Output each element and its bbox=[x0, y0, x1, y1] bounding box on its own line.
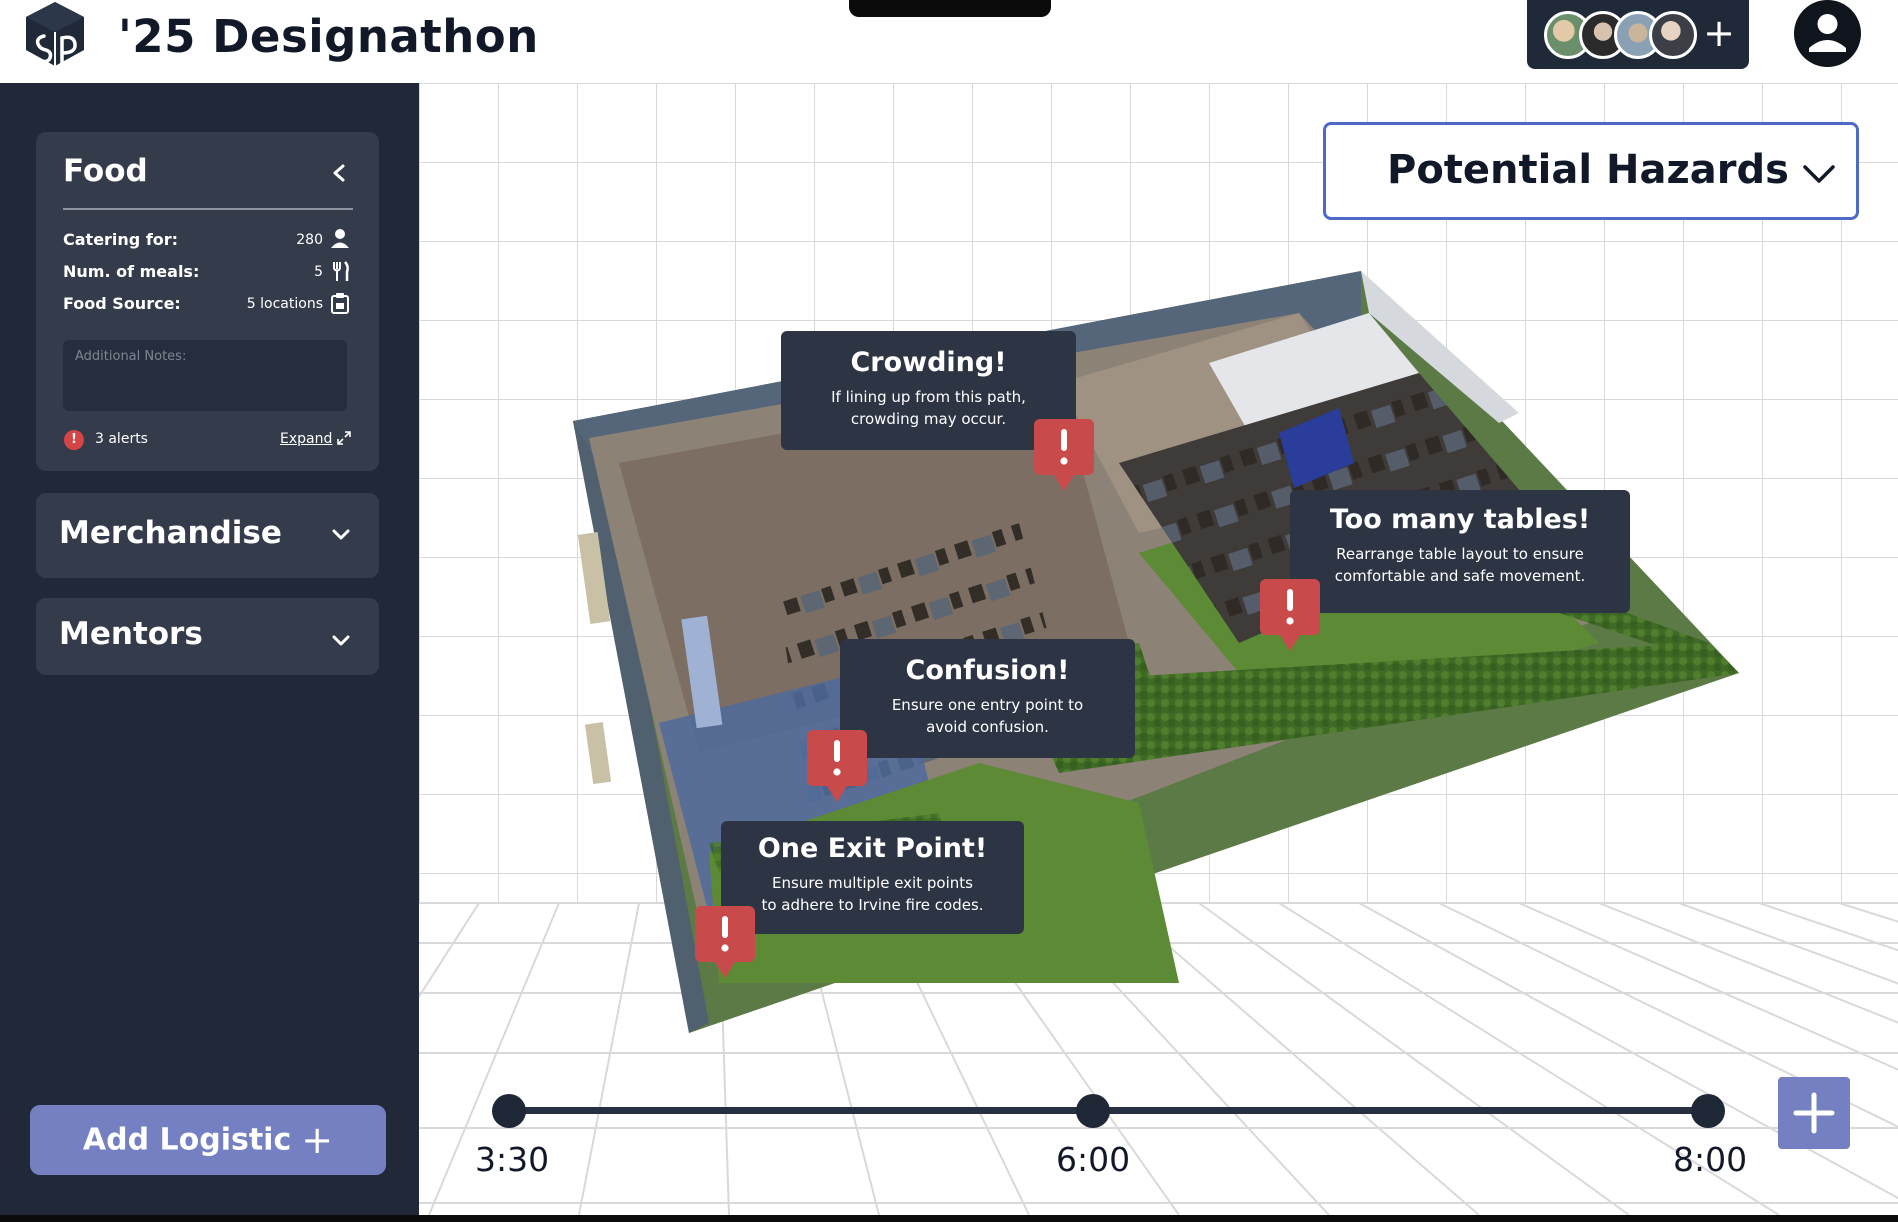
hazard-tooltip-tables: Too many tables! Rearrange table layout … bbox=[1290, 490, 1630, 613]
stat-label: Num. of meals: bbox=[63, 262, 200, 281]
potential-hazards-dropdown[interactable]: Potential Hazards bbox=[1323, 122, 1859, 220]
stat-label: Food Source: bbox=[63, 294, 181, 313]
catering-stat: Catering for: 280 bbox=[63, 228, 353, 254]
add-logistic-button[interactable]: Add Logistic + bbox=[30, 1105, 386, 1175]
expand-arrows-icon[interactable] bbox=[336, 430, 352, 446]
dropdown-selected-value: Potential Hazards bbox=[1387, 147, 1789, 193]
mentors-title: Mentors bbox=[59, 616, 203, 652]
stat-value: 5 bbox=[314, 264, 323, 280]
plus-icon bbox=[1793, 1092, 1835, 1134]
hazard-pin-crowding[interactable] bbox=[1034, 419, 1094, 491]
floor-plan-3d-view[interactable] bbox=[419, 83, 1898, 1215]
collaborator-avatar[interactable] bbox=[1649, 11, 1697, 59]
expand-link[interactable]: Expand bbox=[280, 431, 332, 447]
camera-notch bbox=[849, 0, 1051, 17]
collaborators-group[interactable]: + bbox=[1527, 0, 1749, 69]
timeline-label: 8:00 bbox=[1673, 1140, 1748, 1179]
food-card-title: Food bbox=[63, 153, 148, 189]
additional-notes-field[interactable] bbox=[63, 340, 347, 411]
top-bar: '25 Designathon + bbox=[0, 0, 1898, 83]
timeline-handle[interactable] bbox=[1691, 1094, 1725, 1128]
sidebar: Food Catering for: 280 Num. of meals: 5 … bbox=[0, 83, 419, 1215]
clipboard-icon bbox=[331, 293, 349, 314]
stat-value: 280 bbox=[296, 232, 323, 248]
user-icon bbox=[1809, 14, 1846, 52]
hazard-description: If lining up from this path, crowding ma… bbox=[831, 388, 1026, 428]
add-logistic-label: Add Logistic bbox=[82, 1122, 292, 1158]
app-title: '25 Designathon bbox=[118, 10, 539, 63]
alert-pin-icon bbox=[807, 730, 867, 802]
person-icon bbox=[331, 229, 349, 248]
timeline-handle[interactable] bbox=[1076, 1094, 1110, 1128]
chevron-down-icon[interactable] bbox=[330, 633, 352, 649]
add-time-button[interactable] bbox=[1778, 1077, 1850, 1149]
merchandise-card[interactable]: Merchandise bbox=[36, 493, 379, 578]
alerts-count: 3 alerts bbox=[95, 431, 148, 447]
sp-cube-logo-icon[interactable] bbox=[22, 0, 88, 68]
chevron-left-icon[interactable] bbox=[328, 158, 350, 188]
divider bbox=[63, 208, 353, 210]
hazard-pin-confusion[interactable] bbox=[807, 730, 867, 802]
hazard-title: Confusion! bbox=[905, 655, 1070, 686]
alert-pin-icon bbox=[695, 906, 755, 978]
chevron-down-icon bbox=[1803, 165, 1835, 183]
timeline-label: 3:30 bbox=[475, 1140, 550, 1179]
merchandise-title: Merchandise bbox=[59, 515, 282, 551]
meals-stat: Num. of meals: 5 bbox=[63, 260, 353, 286]
profile-button[interactable] bbox=[1794, 0, 1861, 67]
alert-icon: ! bbox=[64, 430, 84, 450]
stat-label: Catering for: bbox=[63, 230, 179, 249]
hazard-description: Rearrange table layout to ensure comfort… bbox=[1334, 545, 1586, 585]
hazard-tooltip-crowding: Crowding! If lining up from this path, c… bbox=[781, 331, 1076, 450]
timeline-handle[interactable] bbox=[492, 1094, 526, 1128]
alert-pin-icon bbox=[1034, 419, 1094, 491]
hazard-pin-exit[interactable] bbox=[695, 906, 755, 978]
hazard-tooltip-confusion: Confusion! Ensure one entry point to avo… bbox=[840, 639, 1135, 758]
bottom-bezel bbox=[0, 1215, 1898, 1222]
hazard-title: Too many tables! bbox=[1329, 504, 1591, 535]
floor-plan-canvas[interactable]: Potential Hazards Crowding! If lining up… bbox=[419, 83, 1898, 1215]
food-card: Food Catering for: 280 Num. of meals: 5 … bbox=[36, 132, 379, 471]
mentors-card[interactable]: Mentors bbox=[36, 598, 379, 675]
alert-pin-icon bbox=[1260, 579, 1320, 651]
plus-icon: + bbox=[301, 1118, 334, 1162]
fork-knife-icon bbox=[333, 261, 349, 281]
hazard-tooltip-exit: One Exit Point! Ensure multiple exit poi… bbox=[721, 821, 1024, 934]
hazard-title: One Exit Point! bbox=[757, 833, 988, 864]
hazard-description: Ensure one entry point to avoid confusio… bbox=[891, 696, 1084, 736]
add-collaborator-button[interactable]: + bbox=[1699, 6, 1739, 60]
hazard-pin-tables[interactable] bbox=[1260, 579, 1320, 651]
timeline-label: 6:00 bbox=[1056, 1140, 1131, 1179]
stat-value: 5 locations bbox=[246, 296, 323, 312]
hazard-description: Ensure multiple exit points to adhere to… bbox=[761, 874, 984, 914]
chevron-down-icon[interactable] bbox=[330, 527, 352, 543]
food-source-stat: Food Source: 5 locations bbox=[63, 292, 353, 318]
hazard-title: Crowding! bbox=[850, 347, 1007, 378]
